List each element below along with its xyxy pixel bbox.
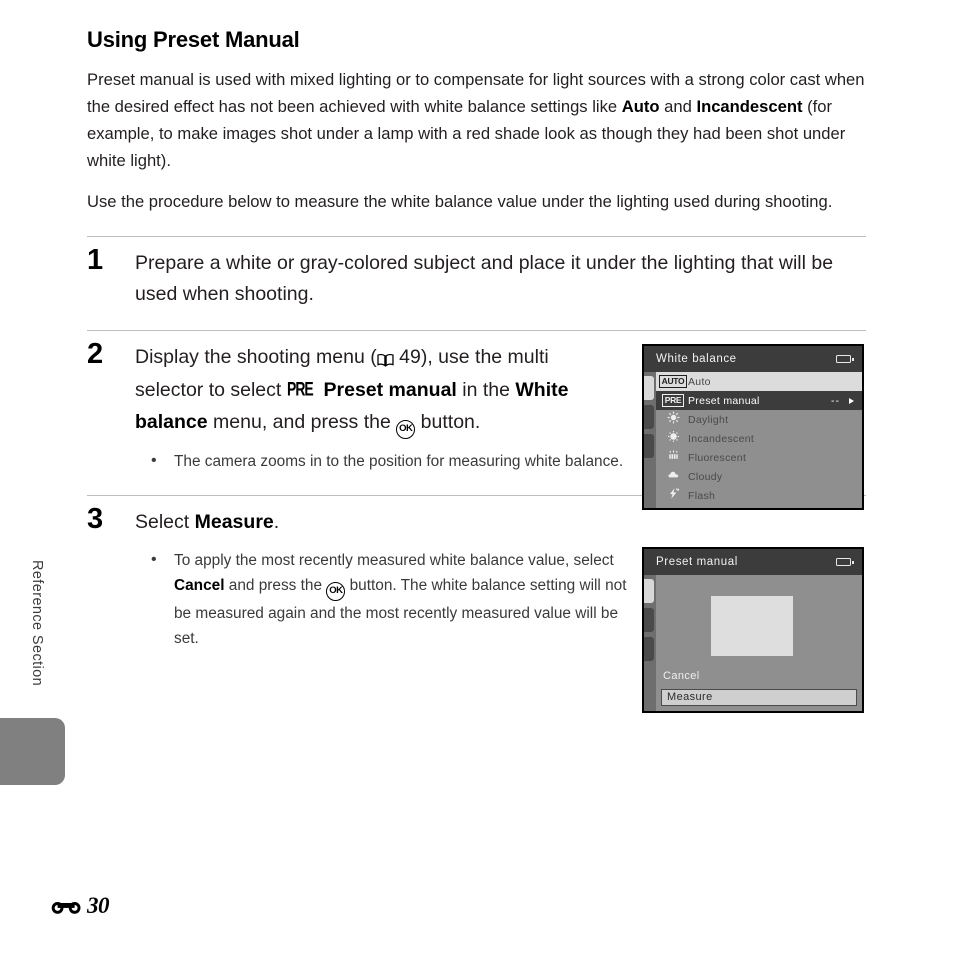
step-3-text: Select Measure. (135, 507, 605, 538)
fluorescent-icon (658, 448, 688, 467)
page-number: 30 (87, 893, 110, 918)
wb-label-daylight: Daylight (688, 413, 729, 426)
step-3-text-b: . (273, 511, 280, 533)
camera-screen-white-balance: White balance AUTO Auto PRE Preset manua… (642, 344, 864, 510)
ok-button-icon: OK (326, 581, 346, 601)
wb-label-fluorescent: Fluorescent (688, 451, 747, 464)
battery-icon (836, 558, 854, 566)
lcd-tab-shooting[interactable] (644, 376, 654, 400)
wb-row-auto[interactable]: AUTO Auto (656, 372, 862, 391)
step-2-bullet-1: The camera zooms in to the position for … (151, 448, 626, 474)
wb-value-preset-manual: -- (831, 394, 840, 407)
step-1: 1 Prepare a white or gray-colored subjec… (87, 244, 866, 309)
step-3-bold-measure: Measure (194, 511, 274, 533)
chevron-right-icon (849, 397, 854, 404)
white-balance-option-list: AUTO Auto PRE Preset manual -- Daylight … (656, 372, 862, 508)
intro-text-b: and (659, 97, 697, 116)
wb-row-daylight[interactable]: Daylight (656, 410, 862, 429)
pre-badge-text: PRE (661, 394, 685, 407)
step-3-number: 3 (87, 503, 104, 535)
preset-manual-measure-option[interactable]: Measure (661, 689, 857, 706)
measurement-frame (711, 596, 793, 656)
step-3-bullet-text-a: To apply the most recently measured whit… (174, 551, 614, 569)
step-3-text-a: Select (135, 511, 195, 533)
flash-icon (658, 486, 688, 505)
wb-row-fluorescent[interactable]: Fluorescent (656, 448, 862, 467)
intro-paragraph-2: Use the procedure below to measure the w… (87, 192, 833, 211)
divider-above-step-1 (87, 236, 866, 237)
wb-row-preset-manual[interactable]: PRE Preset manual -- (656, 391, 862, 410)
page-footer: 30 (50, 893, 110, 919)
wb-row-flash[interactable]: Flash (656, 486, 862, 505)
camera-screen-preset-manual: Preset manual Cancel Measure (642, 547, 864, 713)
step-2-text-e: button. (415, 411, 481, 433)
intro-bold-incandescent: Incandescent (696, 97, 803, 116)
lcd-tab-shooting[interactable] (644, 579, 654, 603)
lcd-inner: Preset manual Cancel Measure (644, 549, 862, 711)
intro-bold-auto: Auto (621, 97, 660, 116)
lcd-pm-tab-strip (644, 575, 656, 711)
step-2-text-c: in the (456, 378, 516, 401)
step-1-number: 1 (87, 244, 104, 276)
book-icon (377, 344, 394, 375)
auto-badge-text: AUTO (658, 375, 688, 388)
lcd-tab-setup[interactable] (644, 637, 654, 661)
side-rail: Reference Section (0, 0, 66, 954)
step-2-number: 2 (87, 338, 104, 370)
auto-badge-icon: AUTO (658, 372, 688, 391)
step-2-bold-preset-manual: Preset manual (323, 378, 457, 401)
wb-row-incandescent[interactable]: Incandescent (656, 429, 862, 448)
wb-label-incandescent: Incandescent (688, 432, 755, 445)
lcd-tab-movie[interactable] (644, 608, 654, 632)
lcd-wb-tab-strip (644, 372, 656, 508)
lcd-tab-movie[interactable] (644, 405, 654, 429)
section-tab-marker (0, 718, 65, 785)
section-label: Reference Section (29, 560, 45, 687)
wb-label-cloudy: Cloudy (688, 470, 723, 483)
step-3-bullet-bold-cancel: Cancel (174, 576, 225, 594)
step-2-text-d: menu, and press the (207, 411, 397, 433)
step-3-bullet-text-b: and press the (224, 576, 327, 594)
page-title: Using Preset Manual (87, 27, 300, 52)
reference-section-symbol-icon (51, 901, 81, 914)
lcd-tab-setup[interactable] (644, 434, 654, 458)
step-1-text: Prepare a white or gray-colored subject … (135, 252, 834, 305)
battery-icon (836, 355, 854, 363)
wb-label-preset-manual: Preset manual (688, 394, 760, 407)
wb-label-flash: Flash (688, 489, 716, 502)
sun-icon (658, 410, 688, 429)
pre-badge-icon: PRE (658, 391, 688, 410)
step-2-text: Display the shooting menu ( 49), use the… (135, 342, 605, 439)
incandescent-icon (658, 429, 688, 448)
preset-manual-body: Cancel Measure (656, 575, 862, 711)
divider-above-step-2 (87, 330, 866, 331)
step-2-page-ref: 49 (399, 346, 421, 368)
intro-paragraph-1: Preset manual is used with mixed lightin… (87, 66, 866, 174)
ok-button-icon: OK (396, 420, 416, 439)
wb-row-cloudy[interactable]: Cloudy (656, 467, 862, 486)
step-2-text-a: Display the shooting menu ( (135, 346, 377, 368)
lcd-wb-header: White balance (644, 346, 862, 372)
preset-manual-cancel-option[interactable]: Cancel (663, 670, 700, 682)
cloud-icon (658, 467, 688, 486)
wb-label-auto: Auto (688, 375, 711, 388)
lcd-wb-title: White balance (656, 353, 737, 365)
lcd-pm-header: Preset manual (644, 549, 862, 575)
lcd-pm-title: Preset manual (656, 556, 738, 568)
lcd-inner: White balance AUTO Auto PRE Preset manua… (644, 346, 862, 508)
pre-glyph-icon: PRE (286, 378, 314, 400)
step-3-bullet-1: To apply the most recently measured whit… (151, 547, 644, 651)
